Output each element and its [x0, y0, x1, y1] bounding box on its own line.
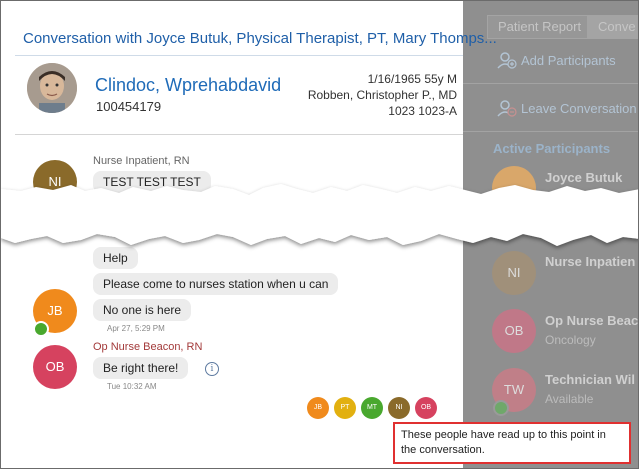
presence-dot-icon: [33, 321, 49, 337]
patient-location: 1023 1023-A: [388, 104, 457, 118]
read-receipt-callout: These people have read up to this point …: [393, 422, 631, 464]
info-icon[interactable]: i: [205, 362, 219, 376]
participant-name: Technician Wil: [545, 372, 635, 387]
message-bubble[interactable]: No one is here: [93, 299, 192, 321]
participant-op-nurse-beacon[interactable]: OB Op Nurse Beac Oncology: [463, 309, 639, 369]
avatar: NI: [492, 251, 536, 295]
divider: [15, 134, 463, 135]
participant-nurse-inpatient[interactable]: NI Nurse Inpatien: [463, 251, 638, 311]
participant-technician[interactable]: TW Technician Wil Available: [463, 368, 638, 428]
patient-info: 1/16/1965 55y M Robben, Christopher P., …: [308, 71, 457, 119]
leave-conversation-icon: [497, 100, 517, 117]
patient-photo: [27, 63, 77, 113]
add-participant-icon: [497, 52, 517, 69]
presence-dot-icon: [493, 400, 509, 416]
sender-name: Op Nurse Beacon, RN: [93, 341, 203, 353]
patient-name-link[interactable]: Clindoc, Wprehabdavid: [95, 75, 281, 96]
active-participants-heading: Active Participants: [493, 141, 611, 156]
participant-department: Oncology: [545, 333, 596, 347]
message-timestamp: Tue 10:32 AM: [107, 382, 157, 391]
sender-name: Nurse Inpatient, RN: [93, 155, 190, 167]
divider: [15, 55, 463, 56]
leave-conversation-button[interactable]: Leave Conversation: [463, 87, 638, 132]
participant-status: Available: [545, 392, 594, 406]
message-bubble[interactable]: Please come to nurses station when u can: [93, 273, 339, 295]
reader-avatar: MT: [361, 397, 383, 419]
tab-patient-report[interactable]: Patient Report: [487, 15, 593, 39]
conversation-title: Conversation with Joyce Butuk, Physical …: [23, 30, 497, 47]
reader-avatar: NI: [388, 397, 410, 419]
tab-conversation[interactable]: Conve: [587, 15, 638, 39]
add-participants-label: Add Participants: [521, 53, 616, 68]
patient-id: 100454179: [96, 99, 162, 114]
patient-provider: Robben, Christopher P., MD: [307, 88, 457, 102]
participant-name: Op Nurse Beac: [545, 313, 639, 328]
leave-conversation-label: Leave Conversation: [521, 101, 637, 116]
patient-photo-icon: [27, 63, 77, 113]
callout-text: These people have read up to this point …: [401, 429, 606, 456]
patient-dob-age: 1/16/1965 55y M: [367, 72, 457, 86]
sender-avatar[interactable]: OB: [33, 345, 77, 389]
message-bubble[interactable]: Be right there!: [93, 357, 189, 379]
conversation-window: Patient Report Conve Add Participants Le…: [0, 0, 639, 469]
avatar: OB: [492, 309, 536, 353]
reader-avatar: JB: [307, 397, 329, 419]
torn-paper-divider: [1, 184, 638, 246]
message-timestamp: Apr 27, 5:29 PM: [107, 324, 165, 333]
reader-avatar: OB: [415, 397, 437, 419]
reader-avatar: PT: [334, 397, 356, 419]
